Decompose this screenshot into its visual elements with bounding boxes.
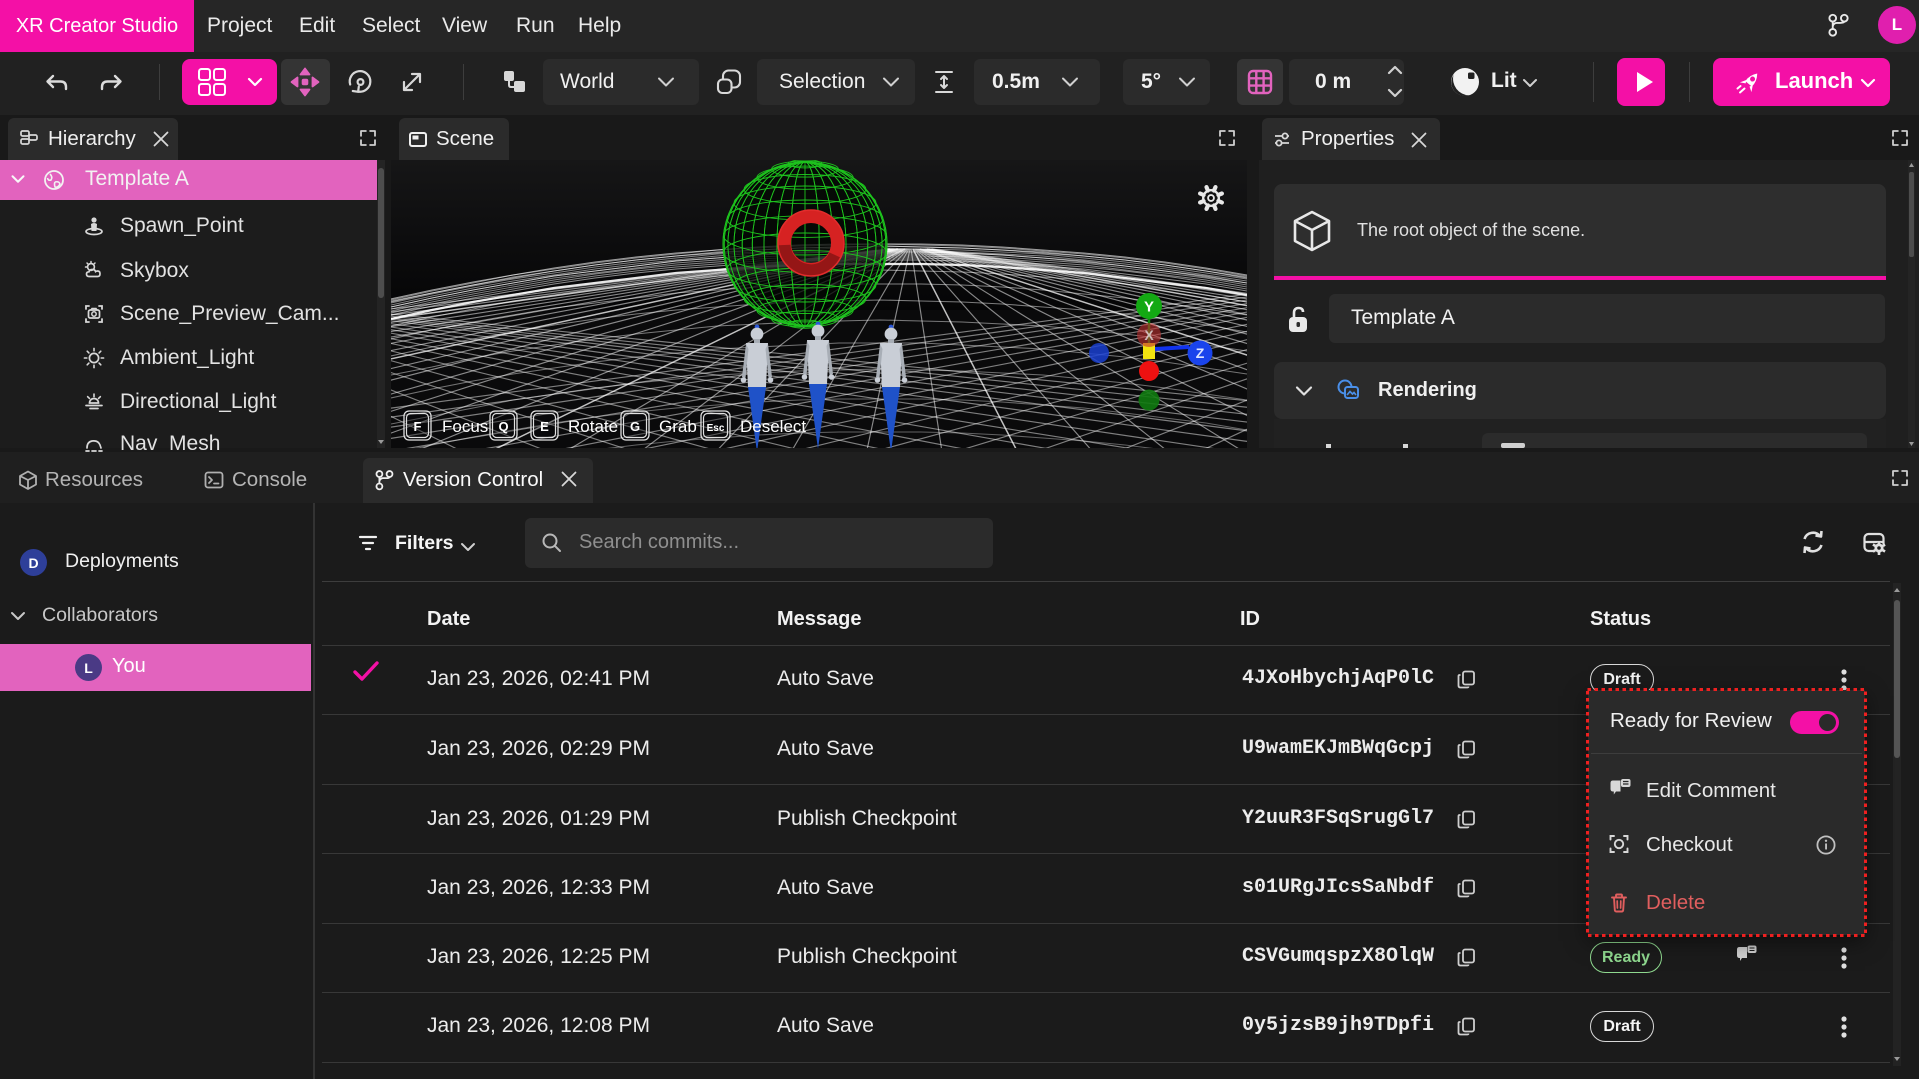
svg-text:E: E (540, 419, 549, 434)
svg-text:Deselect: Deselect (740, 417, 806, 436)
svg-text:Grab: Grab (659, 417, 697, 436)
svg-text:X: X (1144, 327, 1154, 343)
svg-text:Y: Y (1144, 299, 1154, 316)
svg-text:Rotate: Rotate (568, 417, 618, 436)
svg-text:Z: Z (1196, 345, 1205, 361)
svg-text:F: F (414, 419, 422, 434)
svg-text:Q: Q (498, 419, 508, 434)
svg-text:G: G (630, 419, 640, 434)
svg-text:Focus: Focus (442, 417, 488, 436)
svg-text:Esc: Esc (707, 423, 725, 434)
